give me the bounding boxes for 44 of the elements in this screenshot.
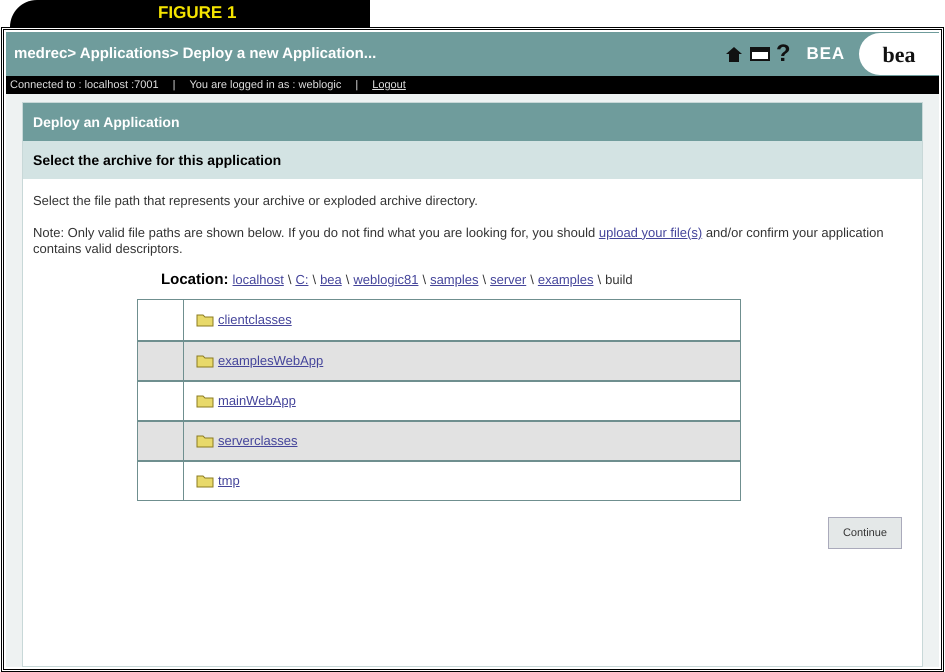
- logo: bea: [859, 33, 939, 75]
- folder-link[interactable]: tmp: [218, 471, 240, 491]
- upload-link[interactable]: upload your file(s): [598, 224, 702, 240]
- separator: |: [355, 78, 358, 93]
- folder-link[interactable]: serverclasses: [218, 431, 298, 451]
- path-link[interactable]: examples: [538, 270, 594, 290]
- path-separator: \: [422, 271, 426, 289]
- folder-icon: [196, 474, 214, 488]
- folder-link[interactable]: clientclasses: [218, 310, 292, 330]
- note-text: Note: Only valid file paths are shown below. If you do not find what you are looking for, you should upload your file(s) and/or confirm your application contains valid descriptors.: [33, 224, 885, 256]
- folder-icon: [196, 394, 214, 408]
- path-separator: \: [288, 271, 292, 289]
- folder-icon: [196, 434, 214, 448]
- continue-button[interactable]: Continue: [828, 517, 902, 549]
- panel-subtitle: Select the archive for this application: [23, 141, 922, 179]
- path-link[interactable]: samples: [430, 270, 478, 290]
- help-link[interactable]: ?: [776, 42, 791, 66]
- path-link[interactable]: weblogic81: [353, 270, 418, 290]
- folder-link[interactable]: examplesWebApp: [218, 351, 324, 371]
- breadcrumb: medrec> Applications> Deploy a new Application...: [14, 44, 376, 64]
- separator: |: [172, 78, 176, 93]
- user-text: You are logged in as : weblogic: [189, 78, 342, 93]
- folder-icon: [196, 313, 214, 327]
- logout-link[interactable]: Logout: [372, 76, 406, 94]
- panel-title: Deploy an Application: [23, 103, 922, 141]
- path-separator: \: [530, 271, 534, 289]
- path-link[interactable]: C:: [295, 270, 308, 290]
- home-icon[interactable]: [724, 44, 744, 64]
- path-separator: \: [346, 271, 350, 289]
- location-label: Location:: [161, 270, 228, 290]
- window-icon[interactable]: [750, 47, 770, 61]
- folder-icon: [196, 354, 214, 368]
- connection-text: Connected to : localhost :7001: [10, 78, 159, 93]
- folder-link[interactable]: mainWebApp: [218, 391, 296, 411]
- path-separator: \: [598, 271, 602, 289]
- intro-text: Select the file path that represents your archive or exploded archive directory.: [33, 192, 479, 210]
- path-separator: \: [482, 271, 486, 289]
- path-separator: \: [312, 271, 316, 289]
- path-link[interactable]: localhost: [232, 270, 284, 290]
- path-link[interactable]: bea: [320, 270, 342, 290]
- path-link[interactable]: server: [490, 270, 526, 290]
- path-text: build: [605, 271, 633, 289]
- logo-text: BEA: [806, 43, 845, 66]
- figure-label: FIGURE 1: [10, 0, 370, 27]
